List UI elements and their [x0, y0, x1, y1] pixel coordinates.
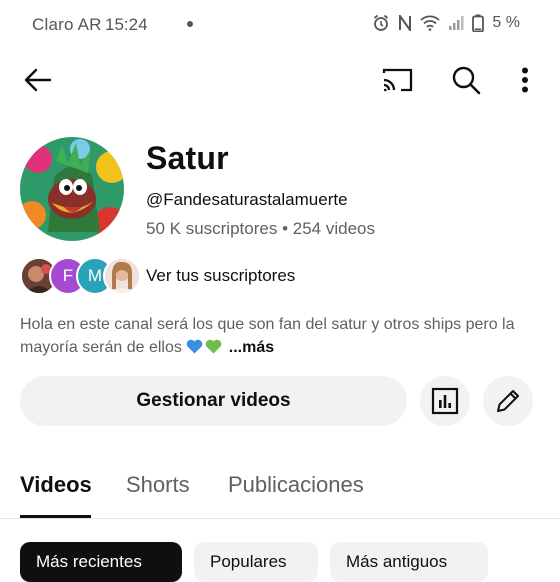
subscriber-count: 50 K suscriptores — [146, 219, 278, 238]
edit-channel-button[interactable] — [483, 376, 533, 426]
notification-dot-icon — [187, 21, 193, 27]
view-subscribers-row[interactable]: F M Ver tus suscriptores — [20, 257, 420, 295]
channel-stats[interactable]: 50 K suscriptores • 254 videos — [146, 219, 375, 239]
edit-pencil-icon — [497, 390, 519, 412]
nfc-icon — [398, 15, 412, 31]
active-tab-indicator — [20, 515, 91, 518]
chip-popular[interactable]: Populares — [194, 542, 318, 582]
cast-button[interactable] — [378, 64, 418, 96]
back-button[interactable] — [18, 64, 58, 96]
search-icon — [452, 66, 481, 95]
system-icons: 5 % — [372, 14, 520, 32]
channel-handle: @Fandesaturastalamuerte — [146, 190, 348, 209]
cast-icon — [382, 68, 413, 92]
analytics-button[interactable] — [420, 376, 470, 426]
view-subscribers-label: Ver tus suscriptores — [146, 266, 296, 285]
status-time: 15:24 — [105, 15, 148, 34]
channel-description[interactable]: Hola en este canal será los que son fan … — [20, 313, 550, 359]
battery-percent: 5 % — [492, 14, 520, 31]
battery-icon — [472, 14, 485, 32]
channel-name: Satur — [146, 140, 229, 176]
blue-heart-icon — [187, 339, 203, 354]
tab-publicaciones[interactable]: Publicaciones — [228, 472, 364, 498]
alarm-icon — [372, 14, 390, 32]
carrier-name: Claro AR — [32, 15, 102, 34]
top-app-bar — [0, 56, 560, 104]
more-vert-icon — [522, 67, 528, 93]
back-arrow-icon — [24, 68, 52, 92]
status-bar: Claro AR 15:24 5 % — [0, 0, 560, 50]
chip-oldest[interactable]: Más antiguos — [330, 542, 488, 582]
analytics-icon — [431, 387, 459, 415]
more-options-button[interactable] — [510, 62, 540, 98]
green-heart-icon — [206, 339, 222, 354]
wifi-icon — [420, 15, 441, 31]
show-more-link[interactable]: ...más — [229, 339, 274, 356]
subscriber-avatar — [103, 257, 141, 295]
manage-videos-button[interactable]: Gestionar videos — [20, 376, 407, 426]
channel-avatar[interactable] — [20, 137, 124, 241]
channel-tabs: Videos Shorts Publicaciones — [0, 462, 560, 519]
stats-separator: • — [282, 219, 289, 238]
tab-videos[interactable]: Videos — [20, 472, 92, 498]
search-button[interactable] — [446, 62, 486, 98]
video-count: 254 videos — [292, 219, 375, 238]
signal-icon — [448, 15, 464, 31]
tab-shorts[interactable]: Shorts — [126, 472, 190, 498]
chip-most-recent[interactable]: Más recientes — [20, 542, 182, 582]
